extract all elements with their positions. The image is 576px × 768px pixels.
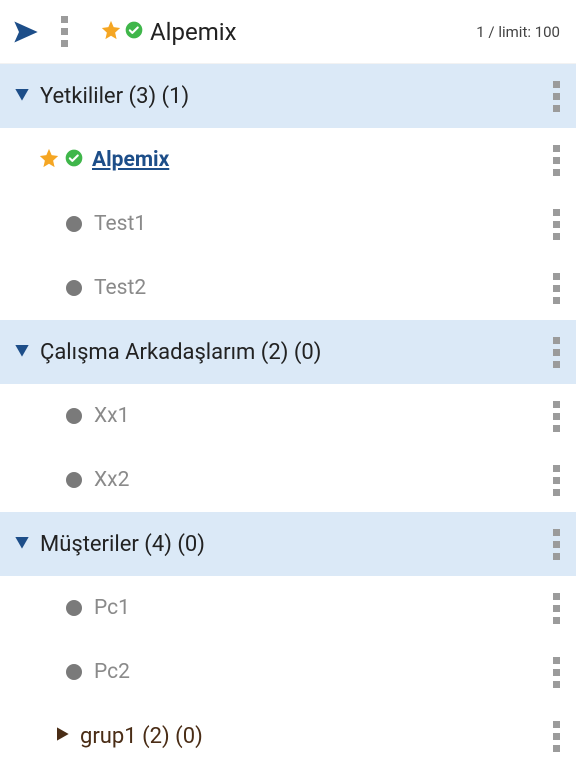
star-icon xyxy=(100,19,122,45)
chevron-right-icon xyxy=(52,724,72,748)
kebab-menu-icon[interactable] xyxy=(553,465,560,496)
online-check-icon xyxy=(64,148,84,172)
offline-status-icon xyxy=(66,216,82,232)
kebab-menu-icon[interactable] xyxy=(553,721,560,752)
contact-item-alpemix[interactable]: Alpemix xyxy=(0,128,576,192)
kebab-menu-icon[interactable] xyxy=(553,337,560,368)
kebab-menu-icon[interactable] xyxy=(553,81,560,112)
kebab-menu-icon[interactable] xyxy=(553,273,560,304)
subgroup-title: grup1 (2) (0) xyxy=(80,724,553,749)
send-icon[interactable] xyxy=(12,18,40,46)
header-bar: Alpemix 1 / limit: 100 xyxy=(0,0,576,64)
group-header-calisma[interactable]: Çalışma Arkadaşlarım (2) (0) xyxy=(0,320,576,384)
header-count: 1 / limit: 100 xyxy=(476,23,560,41)
contact-label: Xx1 xyxy=(94,404,553,428)
kebab-menu-icon[interactable] xyxy=(553,657,560,688)
group-title: Müşteriler (4) (0) xyxy=(40,532,553,557)
offline-status-icon xyxy=(66,408,82,424)
header-status-icons xyxy=(100,19,144,45)
contact-item[interactable]: Pc2 xyxy=(0,640,576,704)
group-title: Yetkililer (3) (1) xyxy=(40,84,553,109)
contact-item[interactable]: Xx2 xyxy=(0,448,576,512)
kebab-menu-icon[interactable] xyxy=(553,593,560,624)
header-title: Alpemix xyxy=(150,18,236,46)
offline-status-icon xyxy=(66,280,82,296)
kebab-menu-icon[interactable] xyxy=(553,529,560,560)
subgroup-header[interactable]: grup1 (2) (0) xyxy=(0,704,576,768)
chevron-down-icon xyxy=(12,84,32,108)
kebab-menu-icon[interactable] xyxy=(553,145,560,176)
chevron-down-icon xyxy=(12,532,32,556)
contact-label: Xx2 xyxy=(94,468,553,492)
kebab-menu-icon[interactable] xyxy=(553,401,560,432)
contact-item[interactable]: Pc1 xyxy=(0,576,576,640)
offline-status-icon xyxy=(66,664,82,680)
contact-item[interactable]: Test2 xyxy=(0,256,576,320)
contact-item[interactable]: Test1 xyxy=(0,192,576,256)
group-title: Çalışma Arkadaşlarım (2) (0) xyxy=(40,340,553,365)
kebab-menu-icon[interactable] xyxy=(553,209,560,240)
contact-label: Pc1 xyxy=(94,596,553,620)
menu-dots-icon[interactable] xyxy=(48,16,80,47)
chevron-down-icon xyxy=(12,340,32,364)
contact-label: Pc2 xyxy=(94,660,553,684)
offline-status-icon xyxy=(66,472,82,488)
online-check-icon xyxy=(124,20,144,44)
contact-label: Test2 xyxy=(94,276,553,300)
star-icon xyxy=(38,147,60,173)
contact-label: Test1 xyxy=(94,212,553,236)
offline-status-icon xyxy=(66,600,82,616)
group-header-musteriler[interactable]: Müşteriler (4) (0) xyxy=(0,512,576,576)
contact-label: Alpemix xyxy=(92,148,553,172)
group-header-yetkililer[interactable]: Yetkililer (3) (1) xyxy=(0,64,576,128)
contact-item[interactable]: Xx1 xyxy=(0,384,576,448)
